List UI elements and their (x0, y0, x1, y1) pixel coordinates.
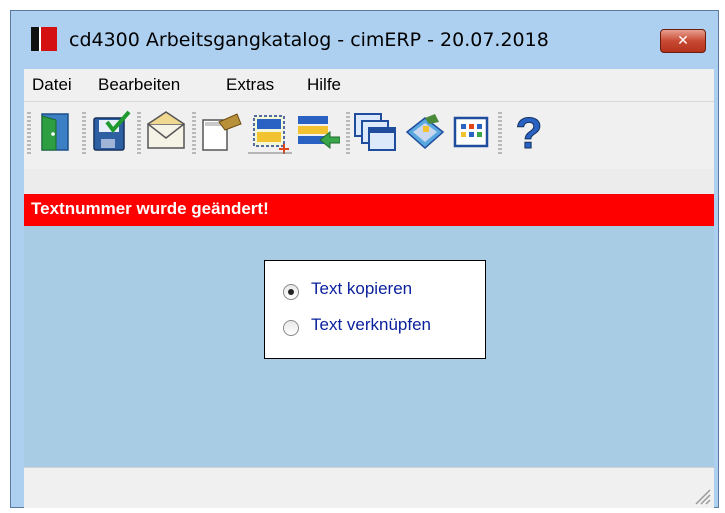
window-title: cd4300 Arbeitsgangkatalog - cimERP - 20.… (69, 29, 549, 51)
status-bar (24, 467, 714, 508)
exit-door-icon[interactable] (34, 110, 78, 154)
toolbar-separator (82, 112, 86, 156)
toolbar-grip[interactable] (27, 112, 31, 156)
menu-extras[interactable]: Extras (226, 75, 274, 95)
radio-button-checked[interactable] (283, 284, 299, 300)
toolbar-separator (346, 112, 350, 156)
content-area: Textnummer wurde geändert! Text kopieren… (24, 169, 714, 467)
content-strip (24, 169, 714, 194)
menu-hilfe[interactable]: Hilfe (307, 75, 341, 95)
menu-datei[interactable]: Datei (32, 75, 72, 95)
radio-text-kopieren[interactable]: Text kopieren (283, 279, 473, 305)
text-option-group: Text kopieren Text verknüpfen (264, 260, 486, 359)
radio-button-unchecked[interactable] (283, 320, 299, 336)
toolbar-separator (192, 112, 196, 156)
copy-paste-icon[interactable] (199, 110, 243, 154)
book-icon[interactable] (403, 110, 447, 154)
notice-text: Textnummer wurde geändert! (31, 199, 269, 218)
menu-bearbeiten[interactable]: Bearbeiten (98, 75, 180, 95)
radio-label[interactable]: Text verknüpfen (311, 315, 431, 335)
mail-icon[interactable] (144, 110, 188, 154)
toolbar-separator (498, 112, 502, 156)
help-icon[interactable]: ? (507, 110, 551, 154)
app-logo-icon (31, 27, 57, 51)
notice-banner: Textnummer wurde geändert! (24, 194, 714, 226)
close-button[interactable]: ✕ (660, 29, 706, 53)
menu-bar: Datei Bearbeiten Extras Hilfe (24, 69, 714, 102)
title-bar[interactable]: cd4300 Arbeitsgangkatalog - cimERP - 20.… (11, 11, 718, 69)
new-selection-icon[interactable] (248, 110, 292, 154)
import-list-icon[interactable] (296, 110, 340, 154)
svg-text:?: ? (516, 110, 543, 154)
application-window: cd4300 Arbeitsgangkatalog - cimERP - 20.… (10, 10, 719, 508)
resize-grip-icon[interactable] (690, 484, 712, 506)
grid-view-icon[interactable] (449, 110, 493, 154)
windows-icon[interactable] (353, 110, 397, 154)
radio-label[interactable]: Text kopieren (311, 279, 412, 299)
toolbar: ? (24, 102, 714, 169)
toolbar-separator (137, 112, 141, 156)
save-icon[interactable] (89, 110, 133, 154)
radio-text-verknuepfen[interactable]: Text verknüpfen (283, 315, 473, 341)
